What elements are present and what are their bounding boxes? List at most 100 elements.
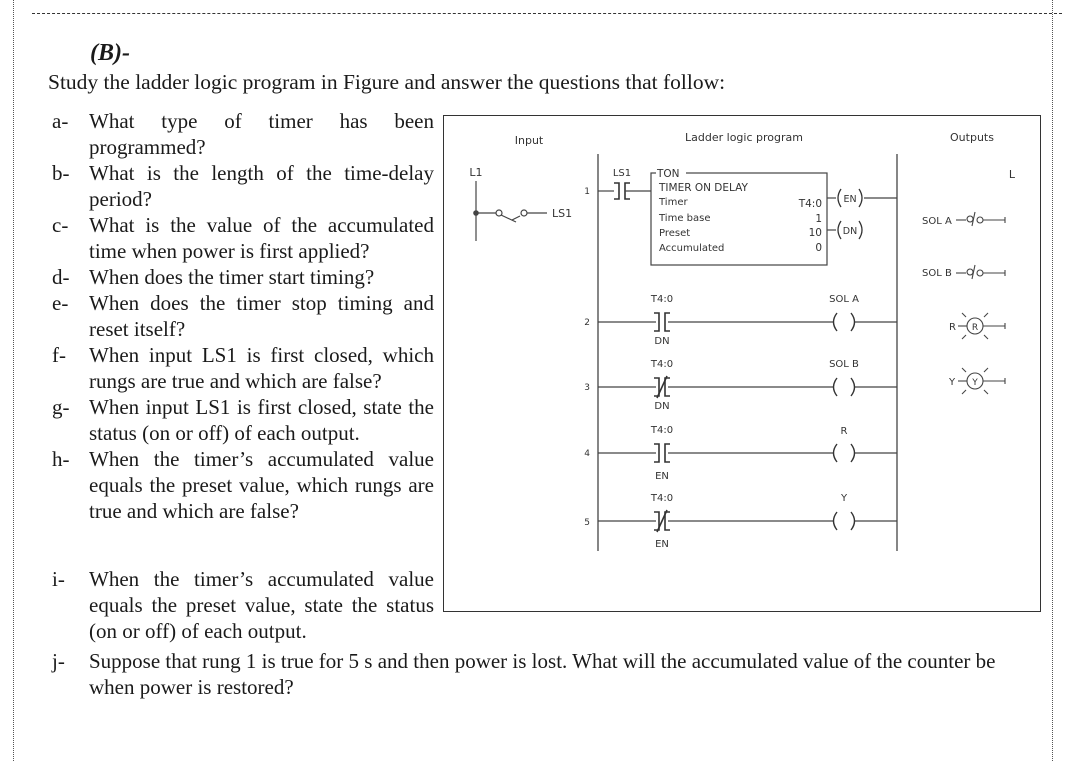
question-f: f- When input LS1 is first closed, which … [52,342,434,394]
output-coil-sol-a [832,312,856,332]
rung-1: 1 LS1 TON TIMER ON DELAY Timer Time base… [584,168,897,266]
question-text: What is the length of the time-delay per… [89,161,434,211]
no-contact-t4-en [654,443,670,463]
rung-number: 3 [584,383,590,393]
top-dashed-divider [32,13,1062,14]
coil-label: SOL B [829,359,859,370]
pilot-lamp-icon [958,367,1006,395]
timer-field-name: Accumulated [659,243,724,254]
question-j: j- Suppose that rung 1 is true for 5 s an… [52,648,1042,700]
question-text: When the timer’s accumulated value equal… [89,567,434,643]
page-border-left [13,0,14,761]
solenoid-icon [956,211,1006,227]
coil-label: SOL A [829,294,859,305]
coil-label: Y [840,493,848,504]
question-c: c- What is the value of the accumulated t… [52,212,434,264]
pilot-lamp-icon [958,312,1006,340]
question-b: b- What is the length of the time-delay p… [52,160,434,212]
lamp-letter: Y [971,378,978,388]
question-text: When input LS1 is first closed, state th… [89,395,434,445]
question-text: When the timer’s accumulated value equal… [89,447,434,523]
question-label: a- [52,109,69,133]
page-border-right [1052,0,1053,761]
timer-type: TON [656,168,680,180]
timer-field-value: 1 [815,213,822,225]
question-text: When does the timer stop timing and rese… [89,291,434,341]
rung-5: 5 T4:0 EN Y [584,493,897,550]
output-label: SOL A [922,216,952,227]
timer-field-value: 10 [809,227,822,239]
question-text: When input LS1 is first closed, which ru… [89,343,434,393]
contact-tag: T4:0 [650,294,673,305]
question-text: When does the timer start timing? [89,265,375,289]
contact-tag: LS1 [613,168,631,179]
rung-number: 1 [584,187,590,197]
lamp-letter: R [972,323,978,333]
output-label: R [949,322,956,333]
dn-coil: DN [843,226,857,237]
rung-number: 4 [584,449,590,459]
ladder-diagram: Input Ladder logic program Outputs L1 LS… [469,131,1016,551]
question-d: d- When does the timer start timing? [52,264,434,290]
question-label: h- [52,447,70,471]
question-label: b- [52,161,70,185]
contact-tag: T4:0 [650,359,673,370]
question-label: f- [52,343,66,367]
question-list: a- What type of timer has been programmed… [52,108,434,524]
contact-bit: EN [655,471,669,482]
ladder-figure: Input Ladder logic program Outputs L1 LS… [443,115,1041,612]
output-sol-a: SOL A [922,211,1006,227]
en-coil: EN [843,194,856,205]
question-text: What type of timer has been programmed? [89,109,434,159]
no-contact-t4-dn [654,312,670,332]
output-lamp-y: Y Y [948,367,1006,395]
rung-4: 4 T4:0 EN R [584,425,897,482]
rung-number: 2 [584,318,590,328]
question-text: What is the value of the accumulated tim… [89,213,434,263]
contact-tag: T4:0 [650,493,673,504]
question-label: j- [52,649,65,673]
rung-number: 5 [584,518,590,528]
question-label: d- [52,265,70,289]
input-limit-switch [473,181,547,241]
intro-text: Study the ladder logic program in Figure… [48,70,726,94]
question-e: e- When does the timer stop timing and re… [52,290,434,342]
question-label: i- [52,567,65,591]
output-label: SOL B [922,268,952,279]
section-label: (B)- [90,40,130,66]
question-g: g- When input LS1 is first closed, state … [52,394,434,446]
question-i: i- When the timer’s accumulated value equ… [52,566,434,644]
output-lamp-r: R R [949,312,1006,340]
contact-tag: T4:0 [650,425,673,436]
neutral-l-label: L [1009,168,1016,181]
output-sol-b: SOL B [922,264,1006,280]
input-ls1-label: LS1 [552,207,572,220]
timer-field-name: Timer [658,197,688,208]
coil-label: R [841,426,848,437]
line-l1-label: L1 [469,166,482,179]
timer-field-name: Time base [658,213,711,224]
question-text: Suppose that rung 1 is true for 5 s and … [89,649,996,699]
output-coil-r [832,443,856,463]
nc-contact-t4-dn [654,375,670,399]
question-a: a- What type of timer has been programmed… [52,108,434,160]
timer-field-value: 0 [815,242,822,254]
input-header: Input [515,134,544,147]
contact-bit: DN [654,401,669,412]
nc-contact-t4-en [654,509,670,533]
contact-bit: EN [655,539,669,550]
contact-bit: DN [654,336,669,347]
outputs-header: Outputs [950,131,994,144]
question-label: g- [52,395,70,419]
question-label: e- [52,291,69,315]
solenoid-icon [956,264,1006,280]
output-label: Y [948,377,956,388]
question-h: h- When the timer’s accumulated value equ… [52,446,434,524]
ladder-header: Ladder logic program [685,131,803,144]
rung-3: 3 T4:0 DN SOL B [584,359,897,412]
output-coil-y [832,511,856,531]
output-coil-sol-b [832,377,856,397]
timer-field-value: T4:0 [798,198,822,210]
rung-2: 2 T4:0 DN SOL A [584,294,897,347]
timer-title: TIMER ON DELAY [658,182,748,194]
